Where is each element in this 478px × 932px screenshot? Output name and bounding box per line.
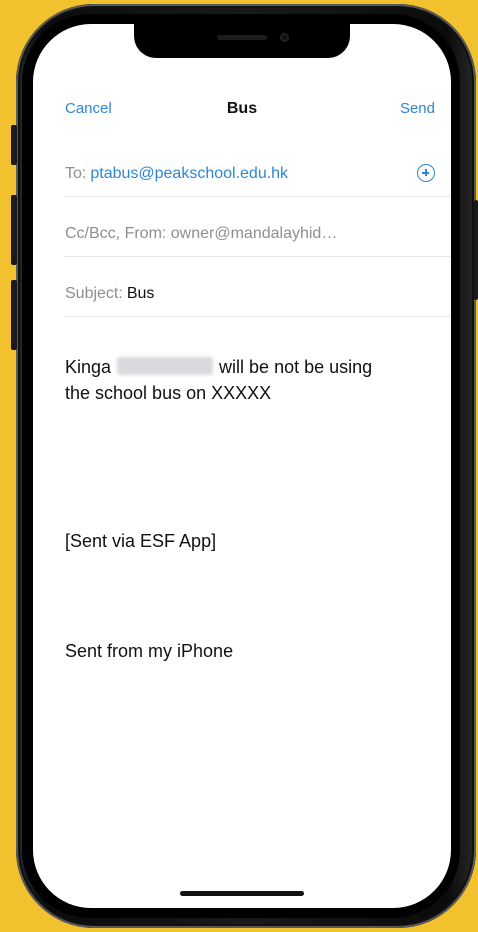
compose-title: Bus [226,100,258,117]
subject-field[interactable]: Subject: Bus [65,272,451,317]
body-name: Kinga [65,357,112,377]
to-recipient[interactable]: ptabus@peakschool.edu.hk [90,165,288,183]
home-indicator[interactable] [180,891,304,896]
volume-up-button [11,195,17,265]
cc-bcc-from-field[interactable]: Cc/Bcc, From: owner@mandalayhidea... [65,212,451,257]
body-line-1-end: will be not be using [219,357,373,377]
camera-icon [280,33,289,42]
silent-switch [11,125,17,165]
send-button[interactable]: Send [400,100,435,117]
cc-bcc-from-text: Cc/Bcc, From: owner@mandalayhidea... [65,225,345,242]
body-line-2: the school bus on XXXXX [65,383,272,403]
notch [134,24,350,58]
subject-label: Subject: [65,285,123,302]
phone-screen: Cancel Bus Send To: ptabus@peakschool.ed… [33,24,451,908]
to-field[interactable]: To: ptabus@peakschool.edu.hk [65,152,451,197]
add-contact-icon[interactable] [417,164,435,182]
sent-via-app-text: [Sent via ESF App] [65,531,217,551]
subject-value[interactable]: Bus [127,285,155,303]
body-line-1: Kinga will be not be using [65,354,445,380]
speaker-grille [217,35,267,40]
volume-down-button [11,280,17,350]
to-label: To: [65,165,87,182]
signature-text: Sent from my iPhone [65,641,234,661]
power-button [474,200,478,300]
compose-nav-bar: Cancel Bus Send [33,94,451,124]
redacted-surname [117,357,214,375]
message-body[interactable]: Kinga will be not be using the school bus… [65,354,445,406]
